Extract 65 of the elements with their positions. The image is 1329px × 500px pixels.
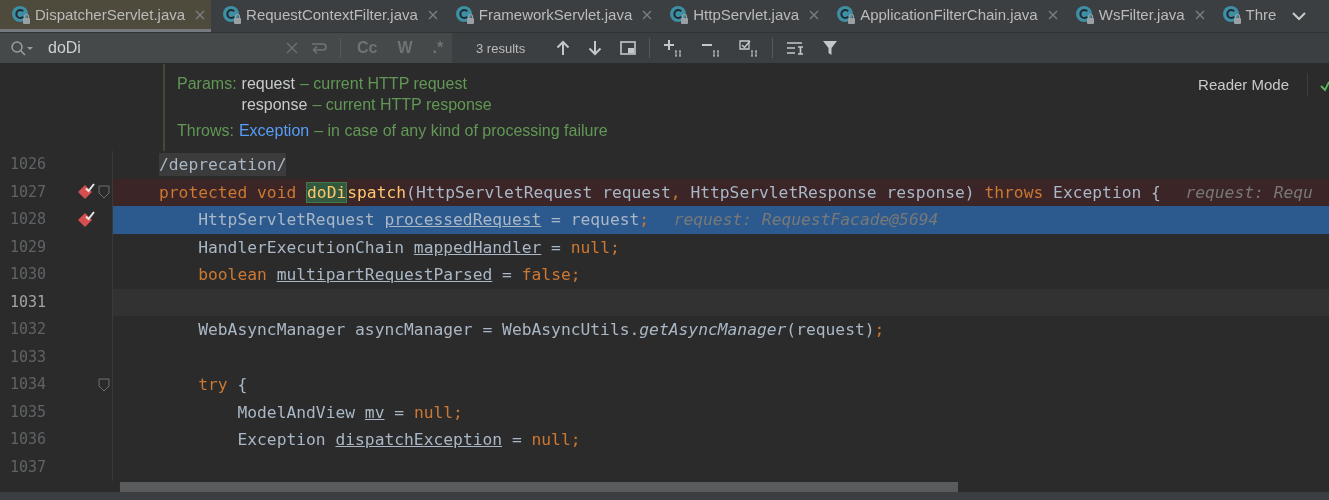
line-number: 1028: [8, 209, 46, 230]
class-file-icon: [1221, 4, 1242, 25]
line-number: 1027: [8, 181, 46, 203]
throws-description: – in case of any kind of processing failure: [314, 122, 608, 140]
line-number: 1036: [8, 429, 46, 450]
close-icon[interactable]: [427, 9, 438, 20]
code-line: protected void doDispatch(HttpServletRequest request, HttpServletResponse response) throws Exception {: [159, 182, 1161, 202]
editor-tab[interactable]: DispatcherServlet.java: [0, 0, 212, 33]
doc-label: Throws:: [177, 122, 234, 140]
code-line: HandlerExecutionChain mappedHandler = null;: [197, 237, 620, 257]
exception-link[interactable]: Exception: [238, 122, 310, 140]
close-icon[interactable]: [1047, 9, 1058, 20]
class-file-icon: [1074, 4, 1095, 25]
filter-icon[interactable]: [822, 40, 839, 57]
fold-icon[interactable]: [98, 185, 110, 200]
arrow-up-icon[interactable]: [556, 40, 571, 57]
editor-tab[interactable]: Thre: [1210, 0, 1283, 33]
class-file-icon: [454, 4, 475, 25]
line-number: 1035: [8, 401, 46, 423]
reader-mode-button[interactable]: Reader Mode: [1192, 73, 1308, 96]
lines-icon[interactable]: [786, 40, 805, 57]
doc-label: Params:: [177, 75, 237, 94]
scrollbar-thumb[interactable]: [120, 482, 958, 492]
select-all-icon[interactable]: [739, 39, 760, 58]
close-icon[interactable]: [642, 9, 653, 20]
editor-tab[interactable]: HttpServlet.java: [658, 0, 826, 33]
check-icon[interactable]: [1320, 80, 1329, 92]
chevron-down-icon[interactable]: [1291, 11, 1307, 22]
line-number: 1026: [8, 154, 46, 175]
code-line: HttpServletRequest processedRequest = request;: [197, 210, 650, 230]
param-description: – current HTTP response: [312, 96, 492, 114]
line-number: 1033: [8, 346, 46, 368]
editor-tab[interactable]: RequestContextFilter.java: [211, 0, 444, 33]
inlay-hint: request: RequestFacade@5694: [673, 210, 939, 230]
editor-tab[interactable]: WsFilter.java: [1063, 0, 1211, 33]
code-line: Exception dispatchException = null;: [236, 430, 581, 450]
close-icon[interactable]: [809, 9, 820, 20]
code-line: WebAsyncManager asyncManager = WebAsyncUtils.getAsyncManager(request);: [197, 320, 885, 340]
param-name: request: [241, 75, 295, 93]
window-icon[interactable]: [620, 41, 637, 56]
class-file-icon: [669, 4, 690, 25]
editor-tab[interactable]: ApplicationFilterChain.java: [825, 0, 1064, 33]
param-description: – current HTTP request: [299, 75, 467, 93]
line-number: 1032: [8, 319, 46, 340]
inlay-hint: request: Requ: [1185, 182, 1313, 202]
line-number: 1034: [8, 374, 46, 395]
fold-icon[interactable]: [98, 377, 110, 392]
add-occurrence-icon[interactable]: [663, 39, 684, 58]
arrow-down-icon[interactable]: [588, 40, 603, 57]
code-line: try {: [197, 375, 248, 395]
search-icon[interactable]: [10, 40, 36, 57]
breakpoint-icon[interactable]: [76, 209, 96, 230]
code-line: boolean multipartRequestParsed = false;: [197, 265, 581, 285]
close-icon[interactable]: [1194, 9, 1205, 20]
code-line: ModelAndView mv = null;: [236, 402, 463, 422]
line-number: 1037: [8, 456, 46, 478]
class-file-icon: [222, 4, 243, 25]
param-name: response: [241, 96, 308, 114]
class-file-icon: [836, 4, 857, 25]
line-number: 1030: [8, 264, 46, 285]
class-file-icon: [11, 4, 31, 25]
line-number: 1029: [8, 236, 46, 258]
line-number: 1031: [8, 291, 46, 313]
results-count: 3 results: [476, 40, 526, 56]
editor-tab[interactable]: FrameworkServlet.java: [443, 0, 659, 33]
